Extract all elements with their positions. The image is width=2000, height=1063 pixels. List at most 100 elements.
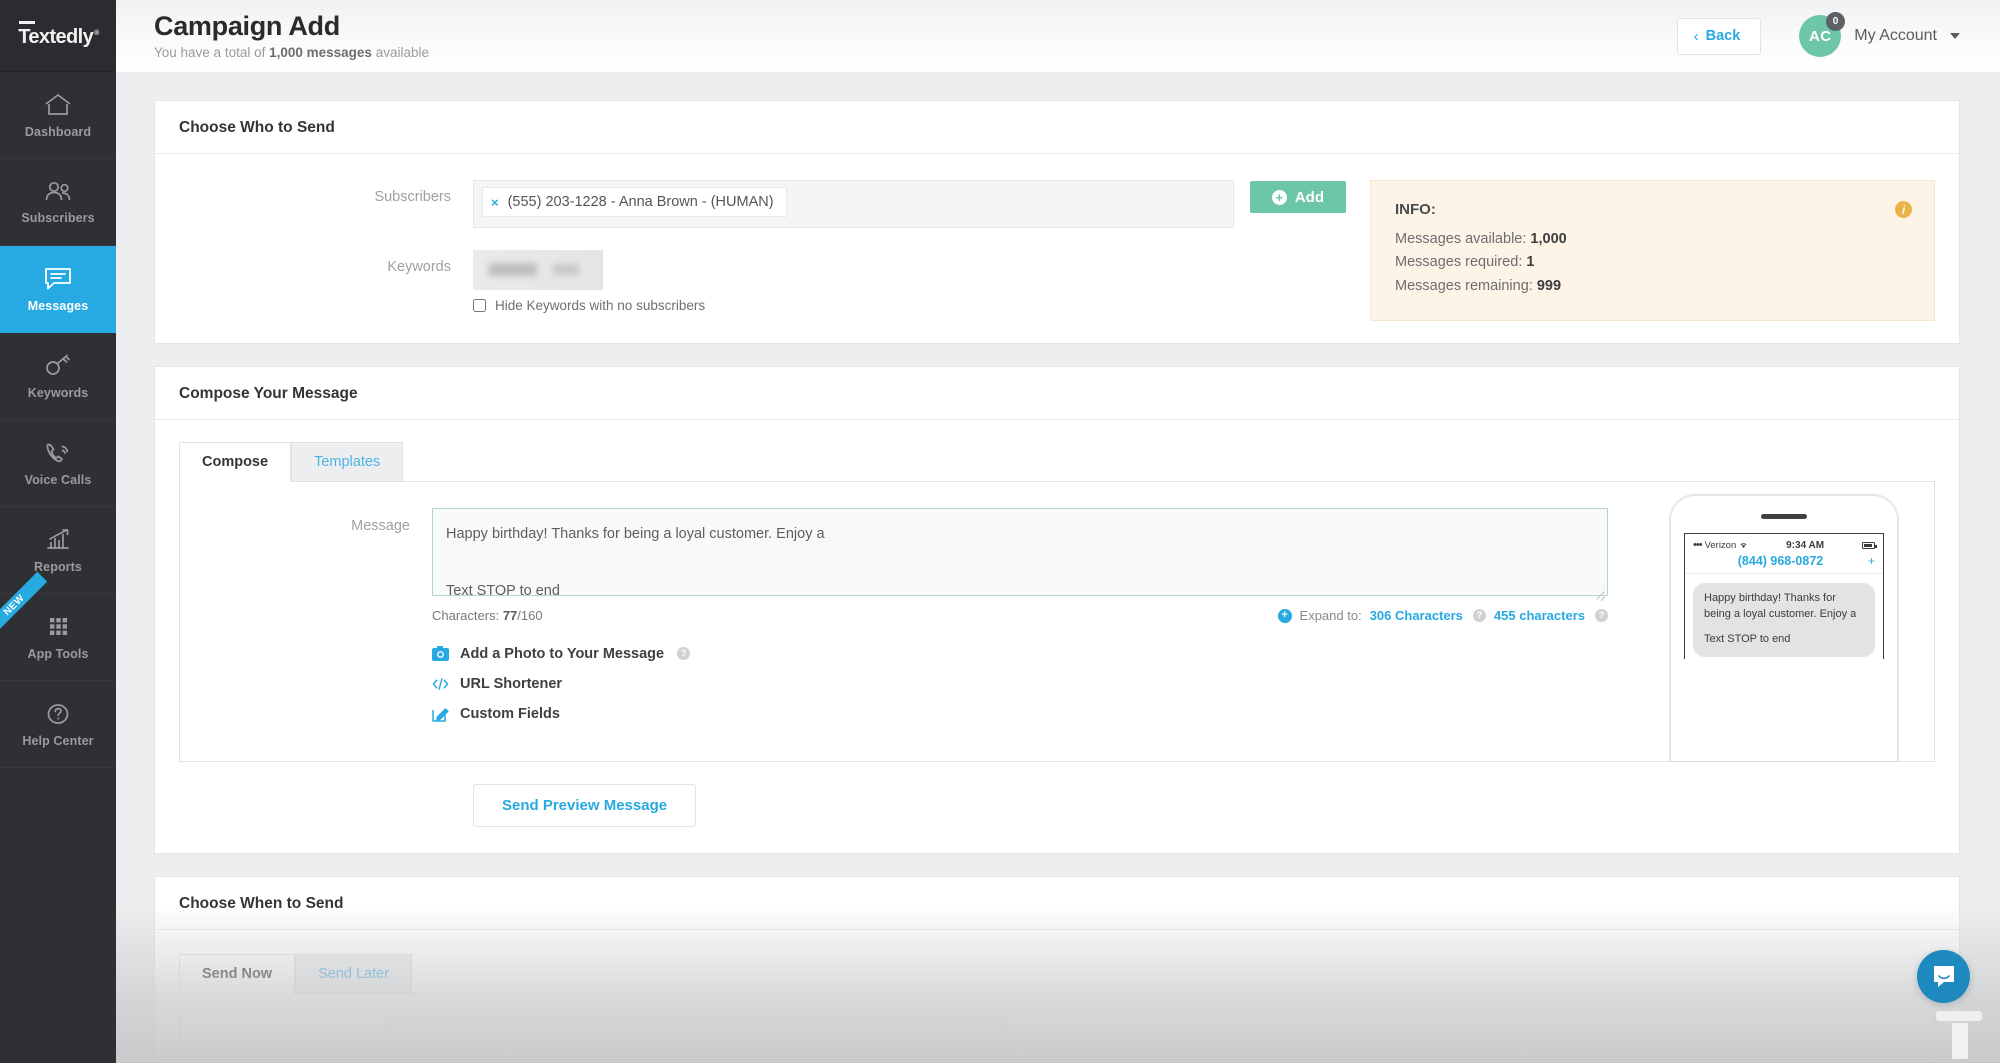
remove-token-icon[interactable]: × — [491, 195, 499, 210]
keywords-select[interactable] — [473, 250, 603, 290]
message-tool-links: Add a Photo to Your Message ? URL Shorte… — [432, 645, 1608, 722]
custom-fields-label: Custom Fields — [460, 705, 560, 722]
sidebar-item-voice-calls[interactable]: Voice Calls — [0, 420, 116, 507]
sidebar-item-dashboard[interactable]: Dashboard — [0, 72, 116, 159]
sidebar-label: App Tools — [27, 646, 89, 661]
keywords-label: Keywords — [387, 259, 451, 275]
message-input[interactable] — [432, 508, 1608, 597]
sidebar-label: Reports — [34, 559, 82, 574]
subscribers-input[interactable]: × (555) 203-1228 - Anna Brown - (HUMAN) — [473, 180, 1234, 228]
sidebar-item-messages[interactable]: Messages — [0, 246, 116, 333]
sidebar-label: Dashboard — [24, 124, 92, 139]
hide-keywords-label[interactable]: Hide Keywords with no subscribers — [495, 298, 705, 313]
tab-templates[interactable]: Templates — [291, 442, 404, 483]
phone-speaker — [1761, 514, 1807, 520]
choose-when-to-send-panel: Choose When to Send Send Now Send Later — [154, 876, 1960, 1063]
add-photo-label: Add a Photo to Your Message — [460, 645, 665, 662]
bubble-line-1: Happy birthday! Thanks for being a loyal… — [1704, 592, 1857, 621]
sidebar-item-subscribers[interactable]: Subscribers — [0, 159, 116, 246]
info-label: Messages available: — [1395, 231, 1531, 247]
panel-body: Compose Templates Message Happy birthday… — [155, 420, 1959, 853]
info-title: INFO: — [1395, 201, 1436, 218]
preview-message-bubble: Happy birthday! Thanks for being a loyal… — [1693, 583, 1875, 658]
send-preview-message-button[interactable]: Send Preview Message — [473, 784, 697, 828]
custom-fields-link[interactable]: Custom Fields — [432, 705, 1608, 722]
sidebar-label: Subscribers — [21, 210, 95, 225]
main-content: Choose Who to Send Subscribers × (555) 2… — [116, 72, 2000, 1063]
expand-plus-icon[interactable]: + — [1277, 608, 1292, 623]
carrier-block: ••• Verizon — [1693, 539, 1748, 551]
phone-icon — [43, 440, 73, 466]
tab-compose[interactable]: Compose — [179, 442, 292, 483]
phone-number: (844) 968-0872 — [1737, 554, 1824, 569]
info-value: 1 — [1526, 254, 1535, 271]
sidebar-item-keywords[interactable]: Keywords — [0, 333, 116, 420]
brand-logo[interactable]: Textedly — [0, 0, 116, 72]
keywords-row: Keywords Hide Keywords with no subscribe… — [179, 250, 1346, 313]
add-subscriber-button[interactable]: + Add — [1249, 181, 1346, 213]
phone-screen: ••• Verizon 9:34 AM (844) 968-0872 + Hap… — [1684, 533, 1884, 660]
home-icon — [43, 92, 73, 118]
expand-306-link[interactable]: 306 Characters — [1370, 608, 1463, 623]
expand-label: Expand to: — [1299, 608, 1362, 624]
subscriber-token[interactable]: × (555) 203-1228 - Anna Brown - (HUMAN) — [482, 187, 787, 217]
panel-body: Send Now Send Later — [155, 930, 1959, 1063]
intercom-launcher-button[interactable] — [1917, 950, 1970, 1003]
notification-badge: 0 — [1826, 12, 1846, 31]
subscribers-row: Subscribers × (555) 203-1228 - Anna Brow… — [179, 180, 1346, 228]
chevron-left-icon: ‹ — [1693, 27, 1699, 45]
info-box: INFO: Messages available: 1,000 Messages… — [1370, 180, 1935, 322]
when-tabs: Send Now Send Later — [179, 954, 1935, 995]
help-icon[interactable]: ? — [677, 647, 691, 661]
info-line-remaining: Messages remaining: 999 — [1395, 275, 1910, 298]
tab-send-later[interactable]: Send Later — [295, 954, 413, 995]
code-icon — [432, 675, 449, 692]
url-shortener-link[interactable]: URL Shortener — [432, 675, 1608, 692]
intercom-chat-icon — [1933, 966, 1954, 987]
sidebar-item-help-center[interactable]: Help Center — [0, 681, 116, 768]
sidebar: Textedly Dashboard Subscribers Messages — [0, 0, 116, 1063]
character-count-row: Characters: 77/160 + Expand to: 306 Char… — [432, 608, 1608, 623]
expand-455-link[interactable]: 455 characters — [1494, 608, 1585, 623]
key-icon — [43, 353, 73, 379]
page-subtitle: You have a total of 1,000 messages avail… — [154, 45, 1677, 60]
battery-icon — [1861, 541, 1877, 549]
info-value: 1,000 — [1530, 231, 1567, 247]
info-circle-icon[interactable]: i — [1895, 201, 1912, 218]
info-label: Messages required: — [1395, 254, 1527, 271]
character-count: Characters: 77/160 — [432, 608, 543, 623]
character-count-label: Characters: — [432, 608, 503, 624]
info-value: 999 — [1536, 277, 1562, 294]
subscribers-label: Subscribers — [374, 189, 451, 205]
url-shortener-label: URL Shortener — [460, 675, 563, 692]
when-field-placeholder[interactable] — [386, 1016, 1006, 1047]
hide-keywords-checkline[interactable]: Hide Keywords with no subscribers — [473, 298, 1346, 313]
sidebar-label: Voice Calls — [24, 472, 92, 487]
grid-icon — [44, 614, 72, 640]
signal-dots-icon: ••• — [1693, 539, 1703, 552]
subtitle-suffix: available — [371, 45, 429, 61]
sidebar-label: Help Center — [22, 733, 94, 748]
subtitle-strong: 1,000 messages — [269, 45, 372, 61]
character-count-max: /160 — [517, 608, 543, 624]
panel-heading: Choose When to Send — [155, 877, 1959, 931]
chat-bubble-icon — [42, 266, 74, 292]
bar-chart-icon — [43, 527, 73, 553]
phone-status-bar: ••• Verizon 9:34 AM — [1685, 534, 1883, 554]
tab-send-now[interactable]: Send Now — [179, 954, 296, 995]
add-photo-link[interactable]: Add a Photo to Your Message ? — [432, 645, 1608, 662]
info-line-available: Messages available: 1,000 — [1395, 228, 1910, 251]
sidebar-item-app-tools[interactable]: NEW App Tools — [0, 571, 116, 681]
hide-keywords-checkbox[interactable] — [473, 299, 486, 312]
help-icon[interactable]: ? — [1472, 609, 1486, 623]
back-button[interactable]: ‹ Back — [1676, 17, 1762, 55]
help-icon[interactable]: ? — [1595, 609, 1608, 623]
preview-button-row: Send Preview Message — [179, 762, 1935, 853]
page-header: Campaign Add You have a total of 1,000 m… — [116, 0, 2000, 72]
compose-tabs: Compose Templates — [179, 442, 1935, 483]
add-contact-icon[interactable]: + — [1868, 554, 1875, 568]
account-menu[interactable]: AC 0 My Account — [1799, 12, 1960, 57]
message-label: Message — [351, 518, 410, 535]
compose-editor-column: Message Characters: 77/160 — [180, 482, 1634, 761]
sidebar-item-reports[interactable]: Reports — [0, 507, 116, 594]
